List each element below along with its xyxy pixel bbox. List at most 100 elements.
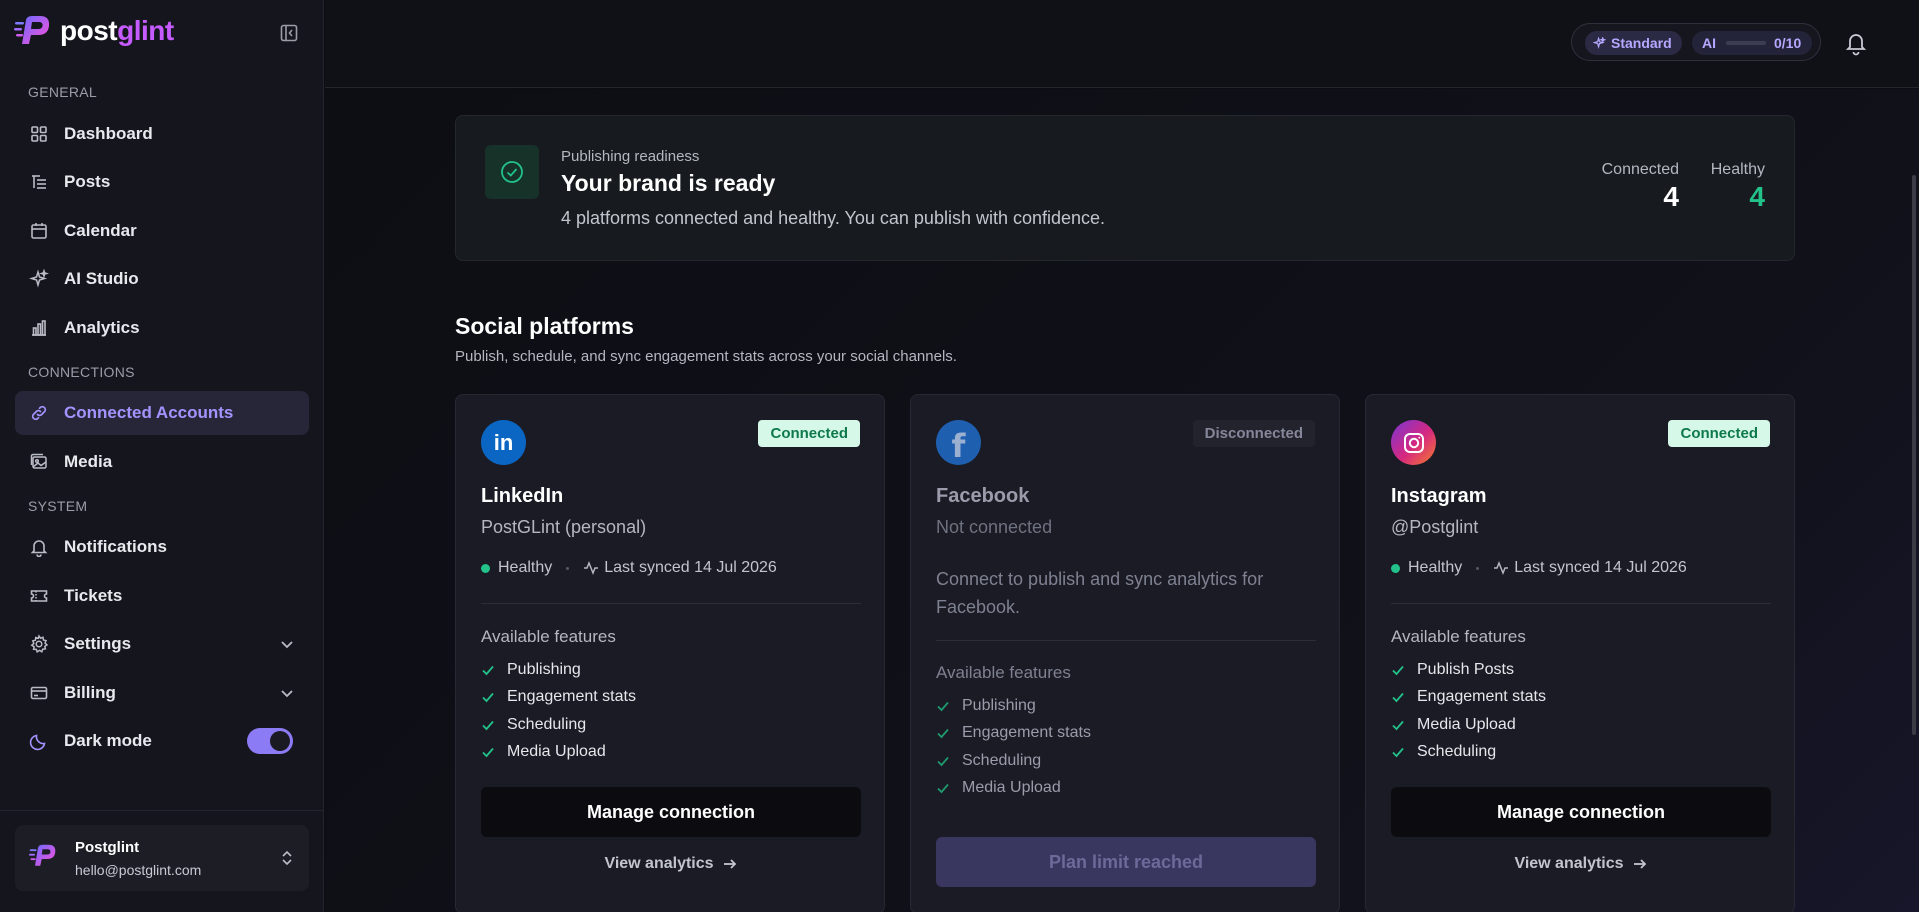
- sidebar: postglint GENERAL Dashboard Posts Calend…: [0, 0, 324, 912]
- check-icon: [937, 784, 949, 794]
- list-item: Publishing: [481, 656, 636, 684]
- posts-icon: [32, 175, 46, 189]
- activity-icon: [1494, 560, 1509, 576]
- features-title: Available features: [936, 663, 1071, 682]
- sidebar-item-label: Media: [64, 452, 113, 471]
- arrow-right-icon: [723, 859, 736, 869]
- plan-limit-reached-button[interactable]: Plan limit reached: [936, 837, 1316, 887]
- section-subtitle: Publish, schedule, and sync engagement s…: [455, 348, 957, 365]
- sidebar-item-calendar[interactable]: Calendar: [15, 209, 309, 253]
- last-synced: Last synced 14 Jul 2026: [1514, 559, 1687, 576]
- sidebar-item-ai-studio[interactable]: AI Studio: [15, 257, 309, 301]
- sidebar-item-label: Tickets: [64, 586, 123, 605]
- check-icon: [1392, 665, 1404, 676]
- health-row: Healthy Last synced 14 Jul 2026: [481, 559, 777, 577]
- sidebar-item-notifications[interactable]: Notifications: [15, 525, 309, 569]
- view-analytics-link[interactable]: View analytics: [481, 847, 861, 881]
- moon-icon: [29, 734, 46, 751]
- instagram-logo-icon: [1391, 420, 1436, 465]
- check-icon: [937, 701, 949, 712]
- sidebar-item-analytics[interactable]: Analytics: [15, 306, 309, 350]
- platform-handle: @Postglint: [1391, 517, 1479, 537]
- manage-connection-button[interactable]: Manage connection: [1391, 787, 1771, 837]
- postglint-logo-icon: [14, 16, 50, 44]
- sidebar-item-label: Calendar: [64, 221, 137, 240]
- dark-mode-toggle[interactable]: [247, 728, 293, 754]
- sidebar-item-tickets[interactable]: Tickets: [15, 574, 309, 618]
- check-icon: [482, 748, 494, 758]
- check-circle-icon: [485, 145, 539, 199]
- collapse-sidebar-icon[interactable]: [280, 24, 298, 42]
- user-account-switcher[interactable]: Postglint hello@postglint.com: [15, 825, 309, 891]
- user-email: hello@postglint.com: [75, 862, 202, 878]
- platform-name: Instagram: [1391, 485, 1487, 507]
- publishing-readiness-card: Publishing readiness Your brand is ready…: [455, 115, 1795, 261]
- section-title: Social platforms: [455, 313, 634, 339]
- status-badge: Connected: [758, 420, 860, 447]
- chevron-up-down-icon: [282, 850, 292, 866]
- check-icon: [482, 665, 494, 676]
- list-item: Media Upload: [1391, 711, 1546, 739]
- section-label-general: GENERAL: [28, 84, 98, 100]
- sparkle-icon: [1593, 36, 1606, 49]
- section-label-system: SYSTEM: [28, 498, 88, 514]
- features-title: Available features: [1391, 627, 1526, 646]
- divider: [936, 640, 1316, 641]
- divider: [1391, 603, 1771, 604]
- facebook-logo-icon: f: [936, 420, 981, 465]
- avatar: [29, 844, 56, 866]
- user-name: Postglint: [75, 839, 140, 856]
- feature-list: Publish Posts Engagement stats Media Upl…: [1391, 656, 1546, 766]
- list-item: Scheduling: [481, 711, 636, 739]
- sidebar-item-media[interactable]: Media: [15, 440, 309, 484]
- check-icon: [1392, 693, 1404, 703]
- sidebar-item-settings[interactable]: Settings: [15, 622, 309, 666]
- features-title: Available features: [481, 627, 616, 646]
- bar-chart-icon: [32, 320, 46, 336]
- check-icon: [937, 729, 949, 739]
- brand-logo[interactable]: postglint: [14, 14, 174, 48]
- chevron-down-icon: [281, 641, 293, 649]
- main-scrollbar[interactable]: [1912, 175, 1916, 735]
- plan-badge[interactable]: Standard: [1585, 31, 1682, 55]
- sidebar-item-label: AI Studio: [64, 269, 139, 288]
- separator-dot: [1476, 566, 1480, 570]
- sidebar-item-billing[interactable]: Billing: [15, 671, 309, 715]
- ticket-icon: [30, 590, 48, 602]
- sidebar-item-dashboard[interactable]: Dashboard: [15, 112, 309, 156]
- chevron-down-icon: [281, 690, 293, 698]
- sidebar-divider: [0, 810, 324, 811]
- sidebar-item-label: Analytics: [64, 318, 140, 337]
- sidebar-item-connected-accounts[interactable]: Connected Accounts: [15, 391, 309, 435]
- sidebar-item-label: Posts: [64, 172, 111, 191]
- ai-usage-badge[interactable]: AI 0/10: [1692, 31, 1812, 55]
- platform-handle: Not connected: [936, 517, 1053, 537]
- health-label: Healthy: [1408, 559, 1463, 576]
- status-badge: Disconnected: [1192, 420, 1315, 447]
- sidebar-item-label: Dashboard: [64, 124, 153, 143]
- separator-dot: [566, 566, 570, 570]
- healthy-stat-value: 4: [1749, 181, 1765, 212]
- status-badge: Connected: [1668, 420, 1770, 447]
- sidebar-item-label: Billing: [64, 683, 116, 702]
- view-analytics-link[interactable]: View analytics: [1391, 847, 1771, 881]
- readiness-eyebrow: Publishing readiness: [561, 148, 700, 165]
- sidebar-item-label: Settings: [64, 634, 132, 653]
- image-gallery-icon: [30, 453, 47, 469]
- check-icon: [1392, 748, 1404, 758]
- list-item: Engagement stats: [481, 684, 636, 712]
- sidebar-item-posts[interactable]: Posts: [15, 160, 309, 204]
- manage-connection-button[interactable]: Manage connection: [481, 787, 861, 837]
- ai-label: AI: [1702, 35, 1716, 51]
- toggle-knob: [270, 731, 290, 751]
- list-item: Publishing: [936, 692, 1091, 720]
- check-icon: [482, 693, 494, 703]
- dashboard-icon: [31, 126, 47, 142]
- plan-usage-pill[interactable]: Standard AI 0/10: [1571, 23, 1821, 61]
- list-item: Engagement stats: [1391, 684, 1546, 712]
- last-synced: Last synced 14 Jul 2026: [604, 559, 777, 576]
- list-item: Scheduling: [936, 747, 1091, 775]
- notifications-bell-icon[interactable]: [1844, 30, 1868, 56]
- bell-icon: [30, 540, 48, 557]
- check-icon: [1392, 720, 1404, 731]
